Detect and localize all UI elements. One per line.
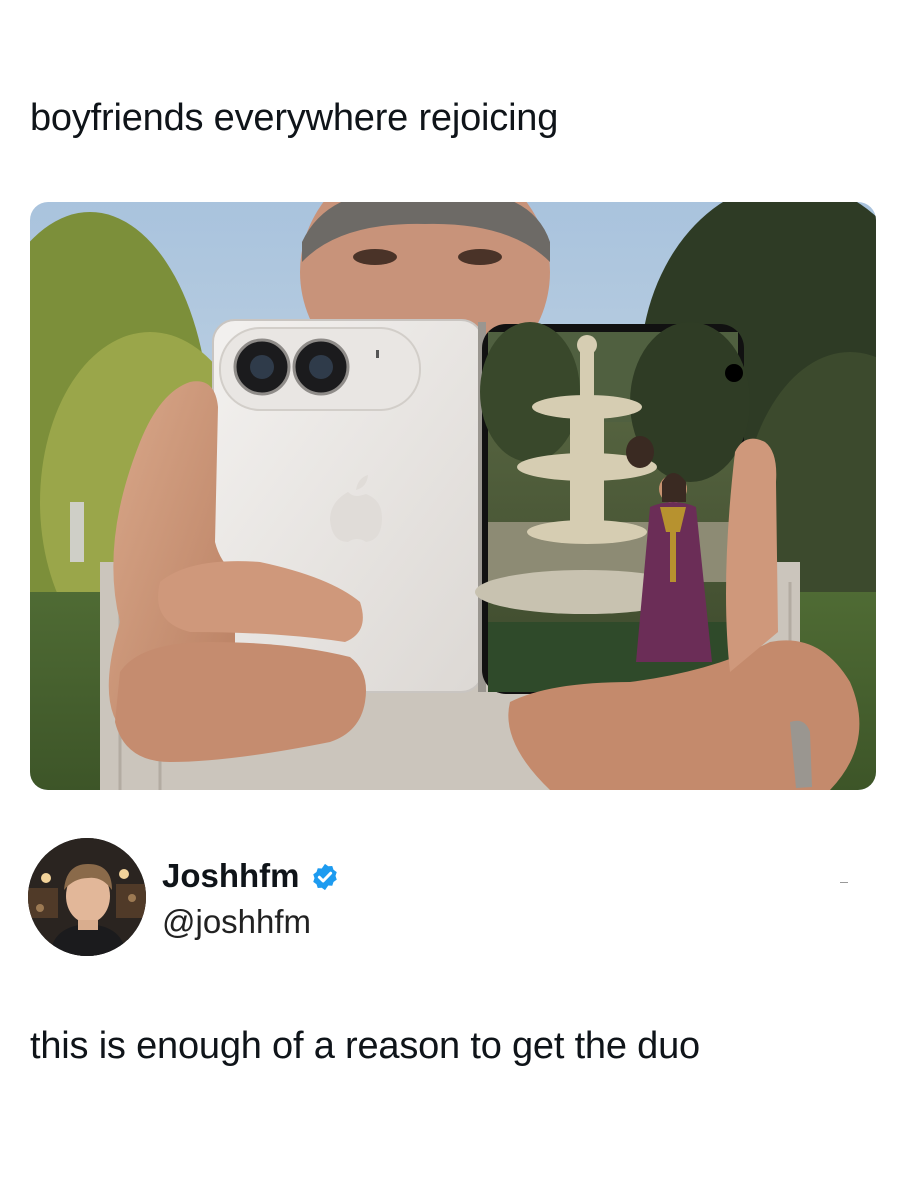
phone-photo: [30, 202, 876, 790]
verified-badge-icon: [310, 861, 340, 891]
avatar[interactable]: [28, 838, 146, 956]
author-row[interactable]: Joshhfm @joshhfm: [28, 838, 888, 958]
quote-text: this is enough of a reason to get the du…: [30, 1025, 700, 1067]
author-name-text: Joshhfm: [162, 857, 300, 894]
divider: [840, 882, 848, 883]
author-display-name[interactable]: Joshhfm: [162, 856, 340, 896]
post-image[interactable]: [30, 202, 876, 790]
post-text: boyfriends everywhere rejoicing: [30, 97, 559, 139]
author-handle[interactable]: @joshhfm: [162, 902, 311, 942]
